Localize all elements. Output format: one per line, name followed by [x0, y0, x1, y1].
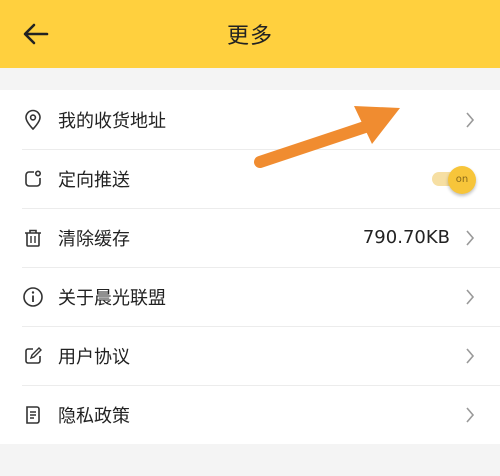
back-button[interactable] — [18, 18, 54, 50]
chevron-right-icon — [464, 406, 476, 424]
chevron-right-icon — [464, 229, 476, 247]
toggle-knob: on — [448, 165, 476, 194]
push-toggle[interactable]: on — [432, 165, 476, 194]
orange-arrow-pointer — [254, 106, 400, 168]
chevron-right-icon — [464, 288, 476, 306]
chevron-right-icon — [464, 111, 476, 129]
menu-item-user-agreement[interactable]: 用户协议 — [0, 326, 500, 385]
menu-item-label: 关于晨光联盟 — [58, 287, 166, 309]
menu-item-about[interactable]: 关于晨光联盟 — [0, 267, 500, 326]
menu-item-privacy-policy[interactable]: 隐私政策 — [0, 385, 500, 444]
menu-item-label: 用户协议 — [58, 346, 130, 368]
menu-item-label: 隐私政策 — [58, 405, 130, 427]
menu-item-label: 清除缓存 — [58, 228, 130, 250]
push-notification-icon — [22, 168, 44, 190]
arrow-left-icon — [23, 23, 49, 45]
chevron-right-icon — [464, 347, 476, 365]
cache-size-value: 790.70KB — [362, 227, 450, 248]
info-icon — [22, 286, 44, 308]
edit-document-icon — [22, 345, 44, 367]
menu-item-clear-cache[interactable]: 清除缓存 790.70KB — [0, 208, 500, 267]
bottom-spacer — [0, 447, 500, 476]
header-bar: 更多 — [0, 0, 500, 68]
location-pin-icon — [22, 109, 44, 131]
page-title: 更多 — [226, 24, 273, 49]
document-list-icon — [22, 404, 44, 426]
trash-icon — [22, 227, 44, 249]
